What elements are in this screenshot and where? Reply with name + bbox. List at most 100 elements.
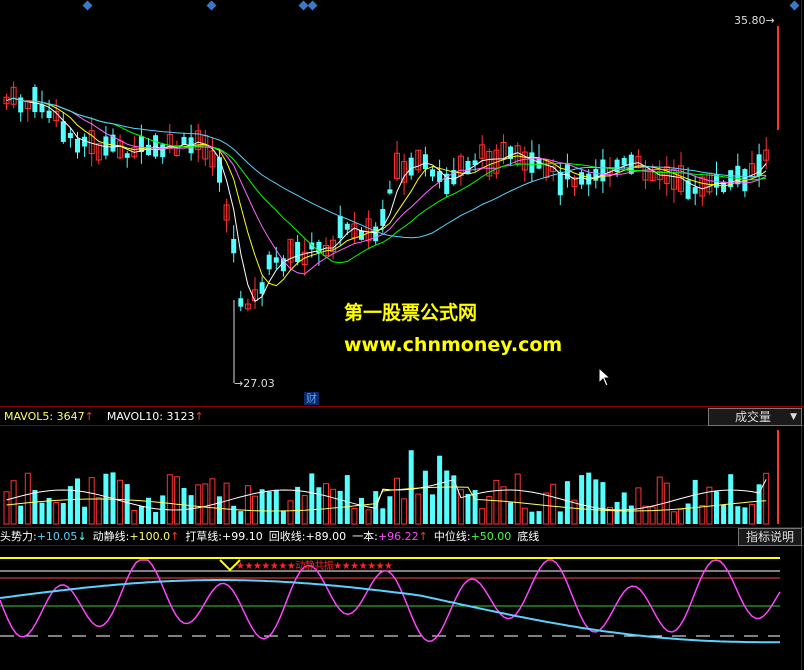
indicator-select-dropdown[interactable]: 成交量 ▼ xyxy=(708,408,802,426)
candle-body xyxy=(373,226,379,242)
volume-bar xyxy=(181,487,187,524)
volume-bar xyxy=(238,511,244,524)
indicator-legend-label: 底线 xyxy=(517,530,540,543)
candle-body xyxy=(692,187,698,194)
volume-bar xyxy=(735,506,741,524)
volume-bar xyxy=(656,476,663,525)
volume-bar xyxy=(195,484,202,525)
volume-bar xyxy=(614,501,620,524)
volume-bar xyxy=(714,491,719,524)
volume-bar xyxy=(444,470,450,524)
volume-bar xyxy=(600,482,606,524)
indicator-legend-label: 一本: xyxy=(352,530,378,543)
candle-body xyxy=(593,169,599,181)
volume-bar xyxy=(131,510,138,525)
volume-bar xyxy=(635,487,642,525)
volume-bar xyxy=(138,506,144,524)
indicator-legend-value: +96.22 xyxy=(377,530,419,543)
volume-bar xyxy=(543,492,550,525)
indicator-legend-label: 中位线: xyxy=(433,530,471,543)
volume-bar xyxy=(351,508,358,525)
volume-bar xyxy=(685,503,691,524)
volume-bar xyxy=(53,502,60,525)
high-price-value: 35.80 xyxy=(734,14,766,27)
volume-bar xyxy=(309,473,315,524)
volume-bar xyxy=(493,479,500,525)
watermark-title: 第一股票公式网 xyxy=(344,302,478,324)
mavol5-value: 3647 xyxy=(56,410,85,423)
indicator-legend-item: 动静线:+100.0↑ xyxy=(93,530,180,543)
candle-body xyxy=(600,159,606,182)
volume-bar xyxy=(153,511,159,524)
volume-bar xyxy=(564,481,570,524)
volume-bar xyxy=(394,477,400,525)
indicator-legend-label: 头势力: xyxy=(0,530,37,543)
volume-bar xyxy=(365,509,372,525)
ma10-line xyxy=(6,97,767,287)
volume-bar xyxy=(408,450,414,524)
volume-bar xyxy=(244,485,251,525)
volume-bar xyxy=(75,478,80,524)
mavol10-value: 3123 xyxy=(166,410,195,423)
candle-body xyxy=(430,169,435,177)
indicator-help-button[interactable]: 指标说明 xyxy=(738,528,802,546)
indicator-header: 头势力:+10.05↓ 动静线:+100.0↑ 打草线:+99.10 回收线:+89.… xyxy=(0,530,545,543)
volume-bar xyxy=(88,477,95,525)
candle-body xyxy=(408,157,414,176)
candle-body xyxy=(387,189,393,194)
volume-bar xyxy=(678,509,684,525)
volume-bar xyxy=(521,507,528,525)
volume-bar xyxy=(18,505,24,524)
indicator-legend-item: 底线 xyxy=(517,530,539,543)
finance-event-text: 财 xyxy=(306,392,317,405)
volume-bar xyxy=(231,505,237,524)
volume-bar xyxy=(60,503,66,524)
volume-bar xyxy=(529,511,535,524)
volume-bar xyxy=(124,484,130,524)
indicator-legend-value: +99.10 xyxy=(222,530,263,543)
volume-bar xyxy=(3,491,10,525)
volume-bar xyxy=(763,472,770,525)
indicator-legend-value: +100.0 xyxy=(129,530,171,543)
high-price-label: 35.80→ xyxy=(734,14,775,27)
indicator-legend-item: 中位线:+50.00 xyxy=(434,530,511,543)
volume-bar xyxy=(742,507,748,524)
trend-strength-line xyxy=(0,579,780,644)
volume-bar xyxy=(173,476,180,525)
indicator-legend-value: +10.05 xyxy=(36,530,78,543)
candle-body xyxy=(32,87,38,113)
candle-body xyxy=(39,104,45,113)
candle-body xyxy=(621,158,627,166)
indicator-legend-label: 打草线: xyxy=(185,530,223,543)
indicator-legend-label: 动静线: xyxy=(92,530,130,543)
volume-bar xyxy=(749,504,755,525)
volume-bar xyxy=(10,480,17,525)
volume-bar xyxy=(628,505,634,524)
indicator-legend-value: +50.00 xyxy=(470,530,512,543)
volume-bar xyxy=(330,488,337,525)
volume-bar xyxy=(380,508,386,524)
volume-bar xyxy=(32,489,38,524)
volume-bar xyxy=(24,472,31,525)
volume-bar xyxy=(273,489,279,524)
volume-bar xyxy=(401,498,408,525)
ma20-line xyxy=(6,97,767,275)
finance-event-badge[interactable]: 财 xyxy=(304,392,319,405)
volume-bar xyxy=(344,475,350,524)
volume-bar xyxy=(670,511,677,525)
volume-bar xyxy=(465,493,471,524)
indicator-legend-item: 头势力:+10.05↓ xyxy=(0,530,87,543)
volume-bar xyxy=(67,486,73,524)
candle-body xyxy=(273,257,279,263)
volume-bar xyxy=(728,474,734,524)
mavol10-label: MAVOL10: xyxy=(106,410,163,423)
volume-bar xyxy=(82,506,88,524)
volume-bar xyxy=(586,472,592,524)
indicator-legend-arrow: ↓ xyxy=(77,530,87,543)
volume-bar xyxy=(500,486,507,525)
volume-header: MAVOL5: 3647↑ MAVOL10: 3123↑ xyxy=(4,410,204,423)
volume-bar xyxy=(437,455,443,524)
candle-body xyxy=(231,238,237,254)
mavol10-arrow: ↑ xyxy=(194,410,204,423)
volume-bar xyxy=(479,508,486,525)
